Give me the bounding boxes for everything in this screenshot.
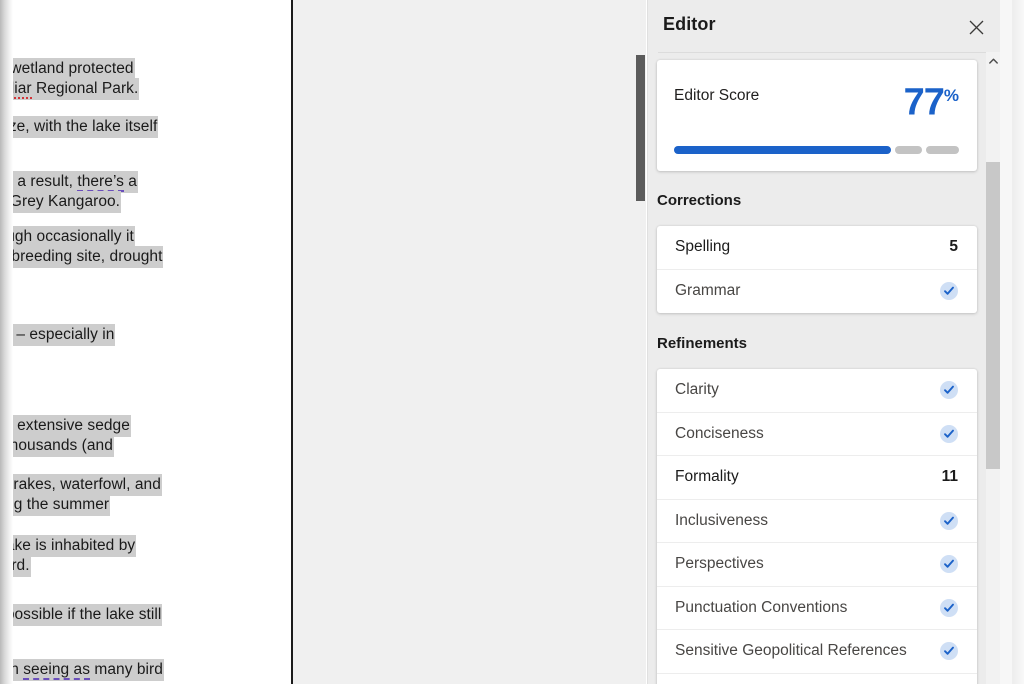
document-line: s Lake is inhabited by — [0, 535, 137, 557]
editor-pane-scrollbar-track[interactable] — [986, 52, 1000, 684]
list-item-perspectives[interactable]: Perspectives — [657, 543, 977, 587]
list-item-spelling[interactable]: Spelling 5 — [657, 226, 977, 270]
close-icon[interactable] — [961, 12, 991, 42]
editor-pane-scrollbar-thumb[interactable] — [986, 162, 1000, 469]
document-line: ed in seeing as many bird — [0, 659, 164, 681]
document-line: icant wetland protected — [0, 58, 135, 80]
list-item-inclusiveness[interactable]: Inclusiveness — [657, 500, 977, 543]
list-item-label: Grammar — [675, 282, 741, 300]
progress-empty-segment — [895, 146, 922, 154]
check-circle-icon — [940, 642, 958, 661]
list-item-sensitive-geopolitical-references[interactable]: Sensitive Geopolitical References — [657, 630, 977, 674]
document-line: . As a result, there’s a — [0, 171, 138, 193]
list-item-formality[interactable]: Formality 11 — [657, 456, 977, 500]
document-canvas[interactable]: icant wetland protected Beeliar Regional… — [0, 0, 293, 684]
section-header-refinements: Refinements — [657, 335, 748, 352]
document-line: ajor breeding site, drought — [0, 246, 164, 268]
list-item-label: Inclusiveness — [675, 511, 769, 529]
document-line: ction – especially in — [0, 324, 116, 346]
document-line: lthough occasionally it — [0, 226, 135, 248]
editor-pane-content: Editor Score 77% Corrections Spelling 5 … — [648, 53, 988, 684]
list-item-label: Sensitive Geopolitical References — [675, 642, 907, 660]
corrections-list: Spelling 5 Grammar — [657, 226, 977, 313]
list-item-label: Perspectives — [675, 555, 764, 573]
document-line: lds thousands (and — [0, 435, 114, 457]
editor-score-value: 77% — [903, 81, 959, 124]
document-line: Beeliar Regional Park. — [0, 78, 140, 100]
document-line: es possible if the lake still — [0, 604, 163, 626]
editor-screen: icant wetland protected Beeliar Regional… — [0, 0, 1024, 684]
list-item-grammar[interactable]: Grammar — [657, 270, 977, 314]
progress-filled-segment — [674, 146, 891, 154]
check-circle-icon — [940, 511, 958, 530]
workspace-background — [293, 0, 640, 684]
list-item-label: Clarity — [675, 381, 719, 399]
list-item-label: Conciseness — [675, 424, 764, 442]
refinements-list: Clarity Conciseness Formality 11 Inclusi… — [657, 369, 977, 684]
list-item-label: Formality — [675, 468, 739, 486]
list-item[interactable] — [657, 674, 977, 684]
progress-empty-segment — [926, 146, 959, 154]
document-line: with extensive sedge — [0, 415, 131, 437]
list-item-label: Spelling — [675, 238, 731, 256]
page-title: Editor — [663, 14, 716, 34]
document-line: during the summer — [0, 494, 111, 516]
list-item-conciseness[interactable]: Conciseness — [657, 413, 977, 456]
chevron-up-icon[interactable] — [986, 52, 1000, 70]
check-circle-icon — [940, 381, 958, 400]
list-item-clarity[interactable]: Clarity — [657, 369, 977, 413]
document-line: lebird. — [0, 555, 31, 577]
check-circle-icon — [940, 424, 958, 443]
list-item-label: Punctuation Conventions — [675, 598, 848, 616]
document-line: for crakes, waterfowl, and — [0, 474, 162, 496]
document-scrollbar-thumb[interactable] — [636, 55, 645, 201]
editor-score-card: Editor Score 77% — [657, 60, 977, 171]
pane-far-right-edge — [1012, 0, 1024, 684]
pane-right-strip — [1000, 0, 1012, 684]
document-text-body[interactable]: icant wetland protected Beeliar Regional… — [0, 0, 291, 684]
section-header-corrections: Corrections — [657, 192, 742, 209]
check-circle-icon — [940, 555, 958, 574]
check-circle-icon — [940, 282, 958, 301]
editor-score-progress — [674, 146, 959, 154]
editor-pane: Editor Editor Score 77% Corrections Spel… — [647, 0, 1024, 684]
editor-score-label: Editor Score — [674, 87, 760, 104]
issue-count-badge: 5 — [949, 238, 958, 256]
check-circle-icon — [940, 598, 958, 617]
list-item-punctuation-conventions[interactable]: Punctuation Conventions — [657, 587, 977, 630]
document-line: in size, with the lake itself — [0, 116, 159, 138]
issue-count-badge: 11 — [941, 468, 958, 486]
editor-pane-header: Editor — [648, 0, 1024, 52]
document-line: ern Grey Kangaroo. — [0, 191, 122, 213]
